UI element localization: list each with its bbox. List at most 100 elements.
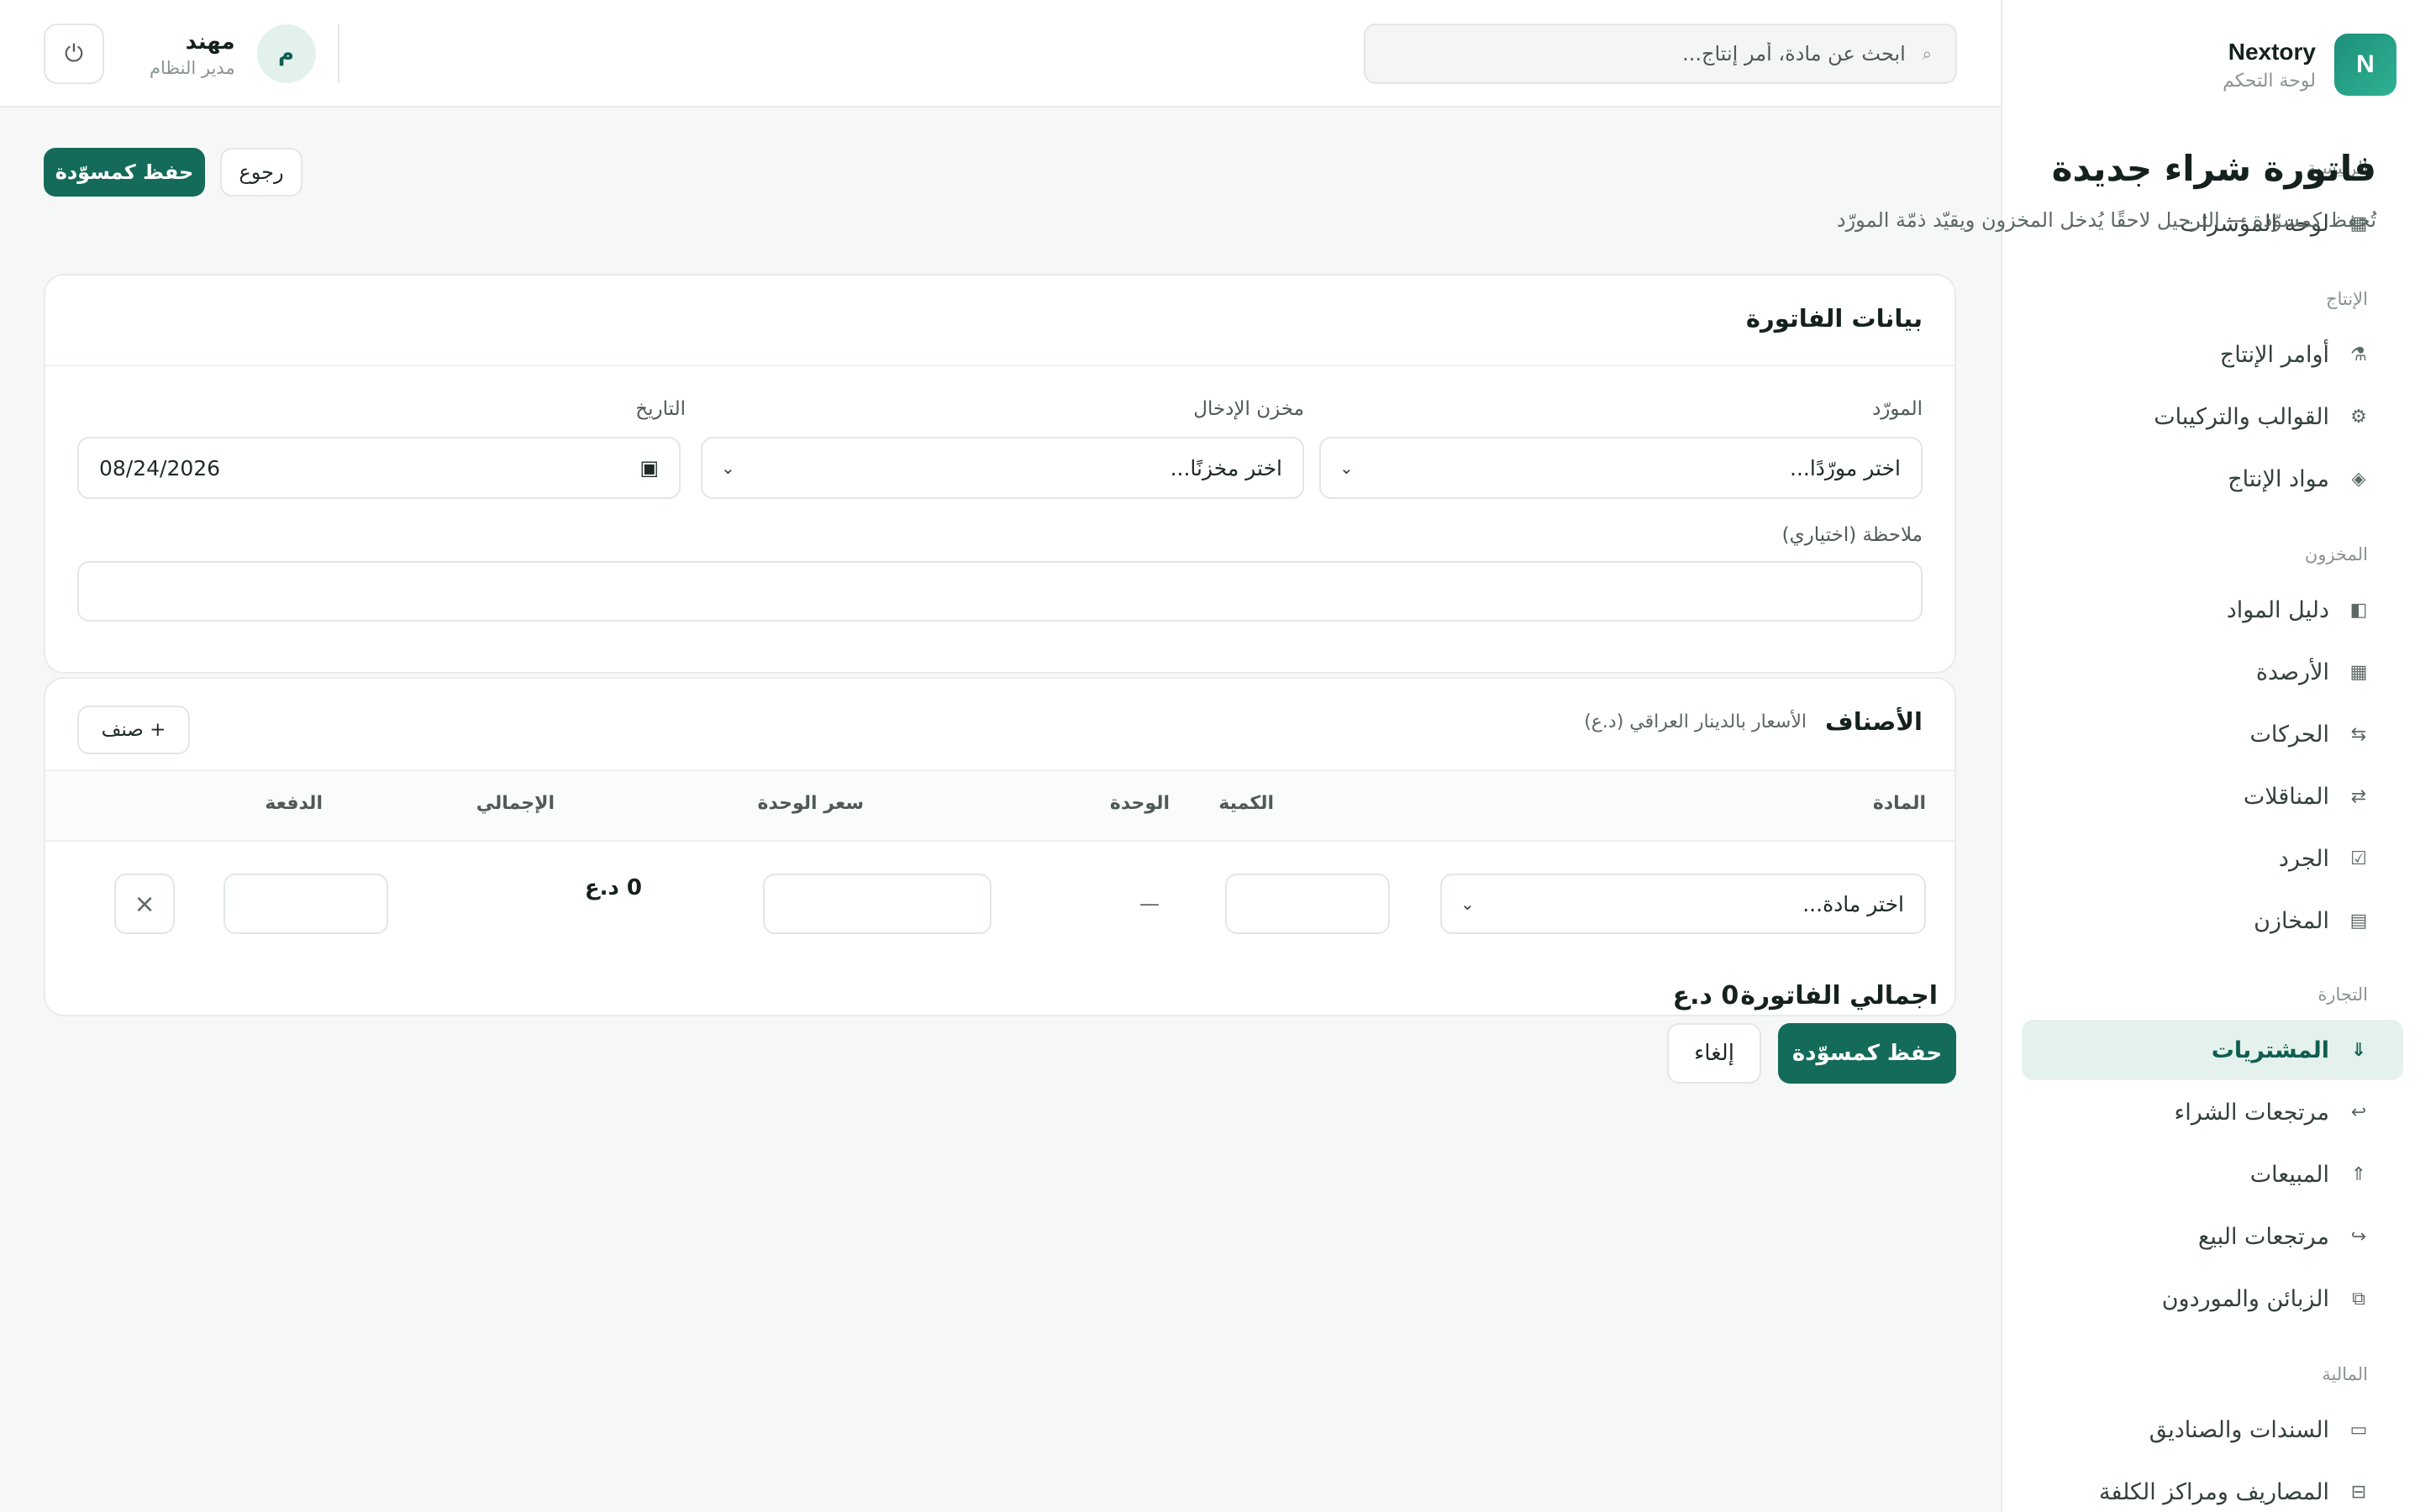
col-material: المادة [1872,793,1926,814]
warehouse-select-value: اختر مخزنًا... [1170,455,1282,480]
sidebar-item-expenses[interactable]: ⊟ المصاريف ومراكز الكلفة [2022,1462,2403,1512]
stocktake-icon: ☑ [2350,848,2367,869]
material-select[interactable]: اختر مادة... ⌄ [1440,874,1926,934]
grand-total-label: اجمالي الفاتورة [1740,981,1938,1011]
production-orders-icon: ⚗ [2350,344,2367,365]
topbar: ⌕ ⏻ مهند مدير النظام م [0,0,2001,108]
chevron-down-icon: ⌄ [721,458,735,478]
sidebar-item-label: أوامر الإنتاج [2219,341,2329,368]
unit-price-input[interactable] [763,874,992,934]
user-name: مهند [185,29,235,55]
sidebar-item-label: المخازن [2254,907,2329,934]
sidebar-item-movements[interactable]: ⇆ الحركات [2022,704,2403,764]
sidebar-item-purchase-returns[interactable]: ↩ مرتجعات الشراء [2022,1082,2403,1142]
sidebar-item-label: مرتجعات البيع [2198,1223,2329,1250]
sidebar-item-label: القوالب والتركيبات [2154,403,2329,430]
divider [337,24,339,83]
vouchers-icon: ▭ [2349,1419,2368,1441]
sidebar-item-vouchers[interactable]: ▭ السندات والصناديق [2022,1399,2403,1460]
balances-icon: ▦ [2349,661,2368,683]
page-title: فاتورة شراء جديدة [2051,148,2376,189]
logout-button[interactable]: ⏻ [44,24,104,84]
sidebar-item-sales[interactable]: ⇑ المبيعات [2022,1144,2403,1205]
table-header [45,769,1954,842]
warehouse-select[interactable]: اختر مخزنًا... ⌄ [701,437,1304,499]
chevron-down-icon: ⌄ [1460,894,1475,914]
quantity-input[interactable] [1225,874,1390,934]
search-box[interactable]: ⌕ [1364,24,1957,84]
calendar-icon[interactable]: ▣ [639,456,659,480]
save-draft-button-top[interactable]: حفظ كمسوّدة [44,148,205,197]
col-quantity: الكمية [1218,793,1274,814]
search-input[interactable] [1389,42,1906,66]
sidebar-item-stocktake[interactable]: ☑ الجرد [2022,828,2403,889]
sidebar-item-sales-returns[interactable]: ↪ مرتجعات البيع [2022,1206,2403,1267]
supplier-select[interactable]: اختر مورّدًا... ⌄ [1319,437,1923,499]
purchases-icon: ⇓ [2350,1039,2367,1061]
page-subtitle: تُحفظ كمسوّدة — الترحيل لاحقًا يُدخل الم… [1836,208,2376,232]
purchase-returns-icon: ↩ [2350,1101,2367,1123]
sidebar-item-transfers[interactable]: ⇄ المناقلات [2022,766,2403,827]
col-total: الإجمالي [476,793,555,814]
back-button[interactable]: رجوع [220,148,302,197]
sales-icon: ⇑ [2350,1163,2367,1185]
templates-icon: ⚙ [2350,406,2367,428]
brand-logo: N [2334,34,2396,96]
sidebar-item-label: المشتريات [2211,1037,2329,1063]
sidebar-item-warehouses[interactable]: ▤ المخازن [2022,890,2403,951]
sidebar-item-production-orders[interactable]: ⚗ أوامر الإنتاج [2022,324,2403,385]
chevron-down-icon: ⌄ [1339,458,1354,478]
sidebar-item-label: مرتجعات الشراء [2174,1099,2329,1126]
date-field[interactable]: 08/24/2026 ▣ [77,437,681,499]
note-field[interactable] [77,561,1923,622]
nav-section-inventory: المخزون [2304,544,2368,564]
sidebar-item-label: السندات والصناديق [2149,1416,2329,1443]
supplier-label: المورّد [1872,398,1923,420]
col-batch: الدفعة [265,793,323,814]
col-unit-price: سعر الوحدة [757,793,864,814]
sidebar-item-label: الزبائن والموردون [2161,1285,2329,1312]
close-icon: × [134,889,155,919]
sidebar-item-label: دليل المواد [2226,596,2329,623]
remove-row-button[interactable]: × [114,874,175,934]
sidebar-item-production-materials[interactable]: ◈ مواد الإنتاج [2022,449,2403,509]
brand[interactable]: N Nextory لوحة التحكم [2223,34,2396,96]
sidebar-item-customers-suppliers[interactable]: ⧉ الزبائن والموردون [2022,1268,2403,1329]
unit-value: — [1139,892,1160,916]
sidebar-item-balances[interactable]: ▦ الأرصدة [2022,642,2403,702]
sidebar-item-label: مواد الإنتاج [2228,465,2329,492]
power-icon: ⏻ [64,39,84,67]
grand-total: اجمالي الفاتورة 0 د.ع [1673,981,1938,1011]
brand-name: Nextory [2228,38,2316,65]
sidebar-item-materials-guide[interactable]: ◧ دليل المواد [2022,580,2403,640]
save-draft-button[interactable]: حفظ كمسوّدة [1778,1023,1956,1084]
avatar[interactable]: م [256,24,316,83]
user-role: مدير النظام [150,58,235,78]
nav-section-commerce: التجارة [2317,984,2368,1005]
sidebar-item-label: المصاريف ومراكز الكلفة [2098,1478,2329,1505]
batch-input[interactable] [224,874,388,934]
supplier-select-value: اختر مورّدًا... [1790,455,1901,480]
currency-note: الأسعار بالدينار العراقي (د.ع) [1584,711,1807,732]
expenses-icon: ⊟ [2350,1481,2367,1503]
search-icon: ⌕ [1922,44,1932,64]
nav-section-production: الإنتاج [2326,289,2368,309]
invoice-data-card: بيانات الفاتورة المورّد اختر مورّدًا... … [44,274,1956,674]
invoice-card-title: بيانات الفاتورة [1745,304,1923,333]
items-card-title: الأصناف [1825,707,1923,736]
note-label: ملاحظة (اختياري) [1781,524,1923,546]
sidebar-item-purchases[interactable]: ⇓ المشتريات [2022,1020,2403,1080]
sidebar-item-templates[interactable]: ⚙ القوالب والتركيبات [2022,386,2403,447]
material-select-value: اختر مادة... [1802,891,1904,916]
production-materials-icon: ◈ [2351,468,2366,490]
customers-suppliers-icon: ⧉ [2352,1288,2365,1310]
cancel-button[interactable]: إلغاء [1667,1023,1761,1084]
sales-returns-icon: ↪ [2350,1226,2367,1247]
warehouses-icon: ▤ [2349,910,2368,932]
sidebar-item-label: الأرصدة [2255,659,2329,685]
date-value: 08/24/2026 [99,455,221,480]
add-item-button[interactable]: + صنف [77,706,190,754]
sidebar-item-label: المناقلات [2243,783,2329,810]
sidebar-item-label: المبيعات [2249,1161,2329,1188]
materials-guide-icon: ◧ [2349,599,2368,621]
